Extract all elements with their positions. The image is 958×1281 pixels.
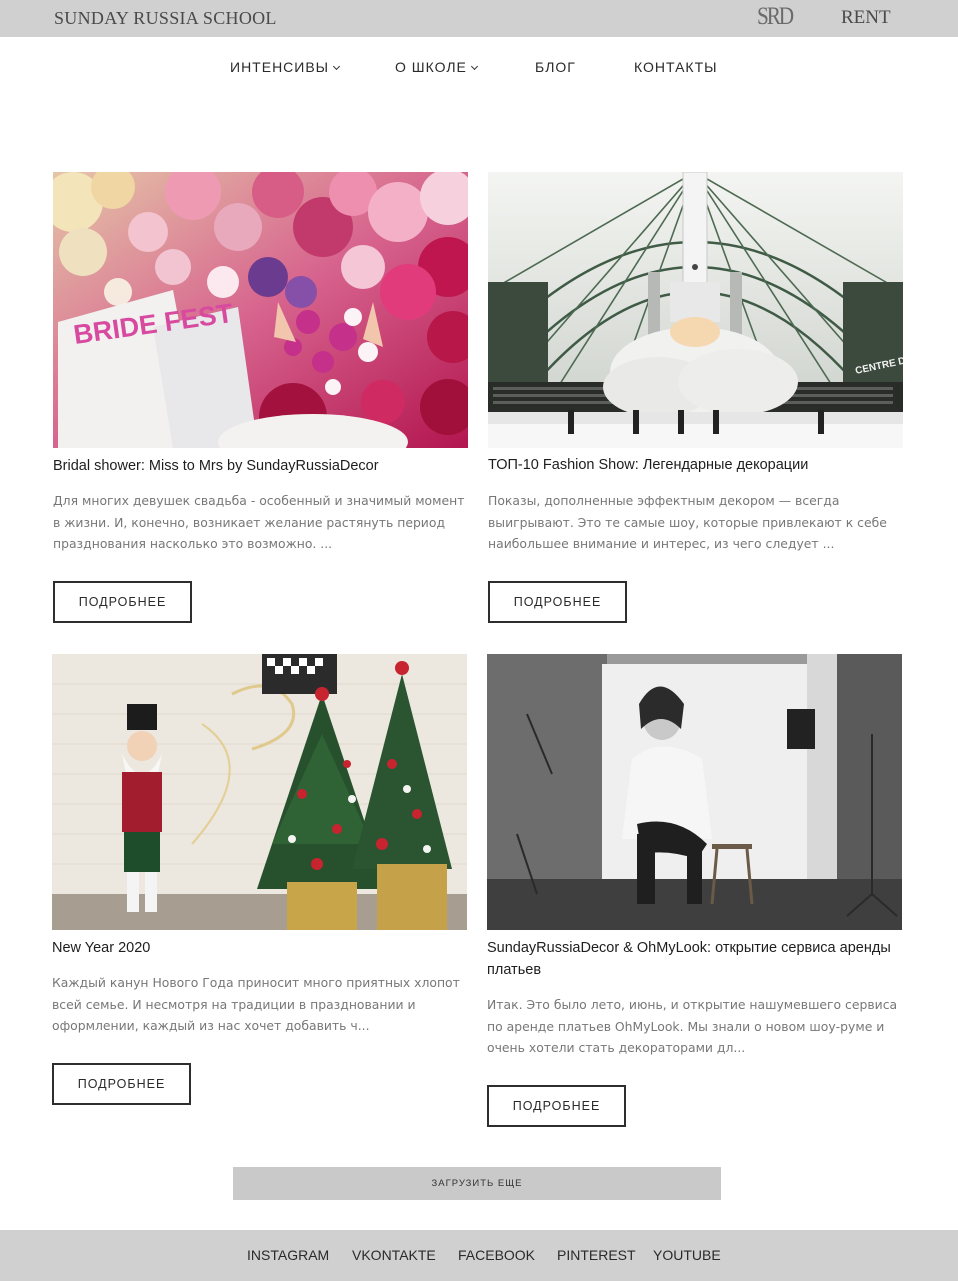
blog-card: CENTRE DE ТОП-10 Fashion Show: Легендарн… [488, 172, 903, 624]
read-more-button[interactable]: ПОДРОБНЕЕ [52, 1063, 191, 1105]
nav-item-contacts[interactable]: КОНТАКТЫ [634, 59, 718, 75]
load-more-button[interactable]: ЗАГРУЗИТЬ ЕЩЕ [233, 1167, 721, 1200]
vkontakte-link[interactable]: VKONTAKTE [352, 1247, 436, 1263]
facebook-link[interactable]: FACEBOOK [458, 1247, 535, 1263]
nav-item-label: О ШКОЛЕ [395, 59, 467, 75]
card-image[interactable]: CENTRE DE [488, 172, 903, 448]
rent-link[interactable]: RENT [841, 7, 891, 29]
card-image[interactable] [52, 654, 467, 930]
nav-item-label: КОНТАКТЫ [634, 59, 718, 75]
read-more-button[interactable]: ПОДРОБНЕЕ [488, 581, 627, 623]
instagram-link[interactable]: INSTAGRAM [247, 1247, 329, 1263]
nav-item-label: БЛОГ [535, 59, 576, 75]
read-more-button[interactable]: ПОДРОБНЕЕ [53, 581, 192, 623]
post-excerpt: Итак. Это было лето, июнь, и открытие на… [487, 997, 898, 1055]
card-image[interactable]: BRIDE FEST [53, 172, 468, 448]
nav-item-label: ИНТЕНСИВЫ [230, 59, 330, 75]
nav-item-blog[interactable]: БЛОГ [535, 59, 576, 75]
photoshoot-image [487, 654, 902, 930]
post-title[interactable]: SundayRussiaDecor & OhMyLook: открытие с… [487, 937, 902, 981]
blog-card: New Year 2020 Каждый канун Нового Года п… [52, 654, 467, 1106]
pinterest-link[interactable]: PINTEREST [557, 1247, 636, 1263]
main-nav: ИНТЕНСИВЫ О ШКОЛЕ БЛОГ КОНТАКТЫ [0, 59, 958, 79]
chevron-down-icon [333, 62, 341, 71]
blog-card: BRIDE FEST Bridal shower: Miss to Mrs by… [53, 172, 468, 624]
nav-item-intensives[interactable]: ИНТЕНСИВЫ [230, 59, 341, 75]
post-title[interactable]: ТОП-10 Fashion Show: Легендарные декорац… [488, 454, 903, 476]
post-title[interactable]: New Year 2020 [52, 937, 467, 959]
top-bar: SUNDAY RUSSIA SCHOOL SRD RENT [0, 0, 958, 37]
brand-link[interactable]: SUNDAY RUSSIA SCHOOL [54, 8, 277, 29]
chevron-down-icon [470, 62, 478, 71]
youtube-link[interactable]: YOUTUBE [653, 1247, 721, 1263]
post-excerpt: Каждый канун Нового Года приносит много … [52, 975, 460, 1033]
card-image[interactable] [487, 654, 902, 930]
footer: INSTAGRAM VKONTAKTE FACEBOOK PINTEREST Y… [0, 1230, 958, 1281]
christmas-image [52, 654, 467, 930]
blog-card: SundayRussiaDecor & OhMyLook: открытие с… [487, 654, 902, 1128]
post-excerpt: Для многих девушек свадьба - особенный и… [53, 493, 465, 551]
srd-logo[interactable]: SRD [757, 3, 794, 31]
nav-item-about[interactable]: О ШКОЛЕ [395, 59, 478, 75]
rocket-show-image: CENTRE DE [488, 172, 903, 448]
post-title[interactable]: Bridal shower: Miss to Mrs by SundayRuss… [53, 455, 468, 477]
post-excerpt: Показы, дополненные эффектным декором — … [488, 493, 887, 551]
balloons-image: BRIDE FEST [53, 172, 468, 448]
read-more-button[interactable]: ПОДРОБНЕЕ [487, 1085, 626, 1127]
